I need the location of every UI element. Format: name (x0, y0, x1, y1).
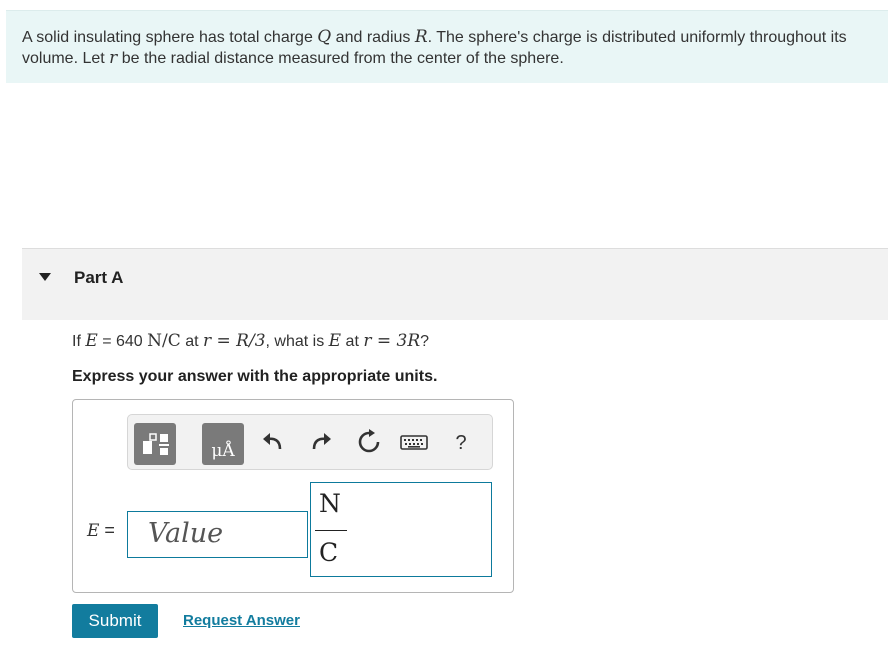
answer-label-var: E (87, 521, 100, 541)
q-qmark: ? (420, 333, 430, 350)
q-value: = 640 (97, 333, 148, 350)
problem-statement: A solid insulating sphere has total char… (6, 10, 888, 83)
intro-text-4: be the radial distance measured from the… (117, 50, 564, 67)
svg-text:?: ? (455, 432, 466, 454)
q-var-E2: E (328, 331, 342, 351)
q-cond2: r = 3R (363, 331, 421, 351)
question-text: If E = 640 N/C at r = R/3, what is E at … (72, 331, 429, 351)
templates-icon (143, 433, 169, 455)
unit-numerator[interactable]: N (319, 489, 341, 518)
q-if: If (72, 333, 86, 350)
var-R: R (414, 27, 428, 47)
q-what: , what is (265, 333, 329, 350)
answer-box: μÅ ? E = Value N C (72, 399, 514, 593)
svg-text:μÅ: μÅ (211, 440, 235, 461)
fraction-bar (315, 530, 347, 531)
q-unit: N/C (147, 331, 181, 351)
part-title: Part A (74, 268, 124, 287)
collapse-caret-icon[interactable] (39, 273, 51, 281)
help-icon[interactable]: ? (448, 429, 474, 455)
units-icon: μÅ (211, 440, 235, 461)
var-Q: Q (317, 27, 332, 47)
keyboard-icon[interactable] (400, 429, 428, 455)
value-placeholder: Value (148, 518, 224, 549)
answer-label-eq: = (99, 520, 115, 540)
math-toolbar: μÅ ? (127, 414, 493, 470)
q-cond1: r = R/3 (203, 331, 266, 351)
request-answer-link[interactable]: Request Answer (183, 612, 300, 629)
templates-button[interactable] (134, 423, 176, 465)
intro-text-1: A solid insulating sphere has total char… (22, 29, 318, 46)
intro-text-2: and radius (331, 29, 415, 46)
unit-denominator[interactable]: C (319, 538, 338, 567)
units-button[interactable]: μÅ (202, 423, 244, 465)
q-var-E: E (85, 331, 98, 351)
redo-icon[interactable] (308, 429, 334, 455)
units-input[interactable]: N C (310, 482, 492, 577)
instruction-text: Express your answer with the appropriate… (72, 368, 438, 385)
part-a-header[interactable]: Part A (22, 248, 888, 320)
q-at: at (180, 333, 203, 350)
value-input[interactable]: Value (127, 511, 308, 558)
reset-icon[interactable] (356, 429, 382, 455)
submit-button[interactable]: Submit (72, 604, 158, 638)
answer-label: E = (87, 520, 115, 541)
q-at2: at (341, 333, 364, 350)
undo-icon[interactable] (260, 429, 286, 455)
